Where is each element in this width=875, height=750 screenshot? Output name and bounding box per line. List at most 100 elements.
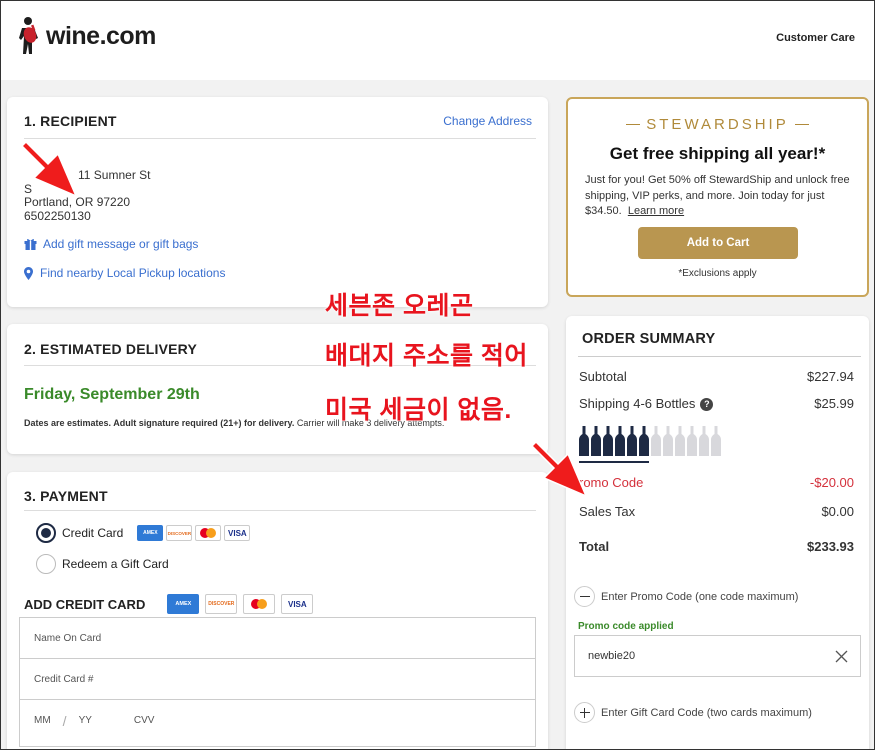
total-value: $233.93 (807, 539, 854, 554)
summary-divider (578, 356, 861, 357)
bottle-empty-icon (699, 426, 709, 456)
recipient-title: 1. RECIPIENT (24, 113, 117, 129)
bottle-empty-icon (711, 426, 721, 456)
accepted-cards: AMEX DISCOVER VISA (137, 525, 251, 541)
total-row: Total $233.93 (579, 539, 854, 554)
enter-promo-label: Enter Promo Code (one code maximum) (601, 590, 799, 603)
promo-value: -$20.00 (809, 475, 854, 490)
sales-tax-row: Sales Tax $0.00 (579, 504, 854, 519)
amex-icon: AMEX (137, 525, 164, 541)
expiry-year-input[interactable]: YY (79, 715, 92, 726)
gift-message-link[interactable]: Add gift message or gift bags (24, 237, 198, 251)
local-pickup-link[interactable]: Find nearby Local Pickup locations (24, 266, 225, 280)
add-credit-card-label: ADD CREDIT CARD (24, 596, 146, 612)
promo-code-value: newbie20 (588, 650, 636, 662)
delivery-note-bold: Dates are estimates. Adult signature req… (24, 418, 295, 428)
credit-card-option[interactable]: Credit Card AMEX DISCOVER VISA (36, 523, 251, 543)
add-credit-card-heading: ADD CREDIT CARD AMEX DISCOVER VISA (24, 594, 314, 614)
name-on-card-input[interactable]: Name On Card (20, 618, 535, 659)
credit-card-label: Credit Card (62, 526, 124, 540)
enter-gift-card-label: Enter Gift Card Code (two cards maximum) (601, 706, 812, 719)
change-address-link[interactable]: Change Address (443, 114, 532, 128)
annotation-line-2: 배대지 주소를 적어 (325, 342, 528, 370)
stewardship-body-text: Just for you! Get 50% off StewardShip an… (585, 174, 850, 217)
amex-icon: AMEX (167, 594, 200, 614)
shipping-value: $25.99 (814, 396, 854, 411)
total-label: Total (579, 539, 610, 554)
expiry-separator: / (62, 712, 67, 729)
visa-icon: VISA (281, 594, 314, 614)
order-summary-title: ORDER SUMMARY (582, 331, 716, 347)
card-number-input[interactable]: Credit Card # (20, 659, 535, 700)
credit-card-form: Name On Card Credit Card # MM / YY CVV (19, 617, 536, 747)
bottle-empty-icon (675, 426, 685, 456)
stewardship-brand-text: STEWARDSHIP (646, 116, 789, 133)
delivery-date: Friday, September 29th (24, 386, 200, 403)
stewardship-promo: STEWARDSHIP Get free shipping all year!*… (566, 97, 869, 297)
clear-promo-icon[interactable] (835, 650, 848, 663)
payment-divider (24, 510, 536, 511)
gift-card-radio[interactable] (36, 554, 56, 574)
bottle-filled-icon (639, 426, 649, 456)
learn-more-link[interactable]: Learn more (628, 205, 684, 217)
accepted-cards-large: AMEX DISCOVER VISA (167, 594, 314, 614)
expiry-cvv-row: MM / YY CVV (20, 700, 535, 741)
stewardship-body: Just for you! Get 50% off StewardShip an… (585, 173, 851, 220)
payment-section: 3. PAYMENT Credit Card AMEX DISCOVER VIS… (7, 472, 548, 750)
credit-card-radio[interactable] (36, 523, 56, 543)
logo-figure-icon (19, 17, 38, 54)
sales-tax-label: Sales Tax (579, 504, 636, 519)
customer-care-link[interactable]: Customer Care (776, 32, 855, 44)
bottle-filled-icon (615, 426, 625, 456)
enter-promo-toggle[interactable]: Enter Promo Code (one code maximum) (574, 586, 798, 607)
discover-icon: DISCOVER (166, 525, 193, 541)
stewardship-brand: STEWARDSHIP (568, 116, 867, 133)
gift-card-label: Redeem a Gift Card (62, 557, 169, 571)
stewardship-headline: Get free shipping all year!* (609, 144, 826, 163)
local-pickup-label: Find nearby Local Pickup locations (40, 266, 226, 280)
delivery-title: 2. ESTIMATED DELIVERY (24, 341, 197, 357)
subtotal-row: Subtotal $227.94 (579, 369, 854, 384)
order-summary: ORDER SUMMARY Subtotal $227.94 Shipping … (566, 316, 869, 750)
gift-message-label: Add gift message or gift bags (43, 237, 199, 251)
plus-icon (574, 702, 595, 723)
mastercard-icon (195, 525, 222, 541)
add-to-cart-button[interactable]: Add to Cart (638, 227, 798, 259)
recipient-divider (24, 138, 536, 139)
bottle-empty-icon (663, 426, 673, 456)
promo-row: romo Code -$20.00 (579, 475, 854, 490)
annotation-arrow-address (20, 140, 78, 198)
payment-title: 3. PAYMENT (24, 488, 108, 504)
annotation-line-1: 세븐존 오레곤 (325, 292, 474, 320)
help-icon[interactable]: ? (700, 398, 714, 411)
cvv-input[interactable]: CVV (134, 715, 155, 726)
gift-card-option[interactable]: Redeem a Gift Card (36, 554, 169, 574)
annotation-line-3: 미국 세금이 없음. (325, 396, 512, 424)
logo-text: wine.com (46, 21, 156, 50)
promo-code-input[interactable]: newbie20 (574, 635, 861, 677)
enter-gift-card-toggle[interactable]: Enter Gift Card Code (two cards maximum) (574, 702, 812, 723)
bottle-filled-icon (603, 426, 613, 456)
bottle-filled-icon (591, 426, 601, 456)
subtotal-value: $227.94 (807, 369, 854, 384)
discover-icon: DISCOVER (205, 594, 238, 614)
location-pin-icon (24, 266, 33, 280)
mastercard-icon (243, 594, 276, 614)
bottle-progress (579, 426, 721, 456)
shipping-label: Shipping 4-6 Bottles (579, 396, 696, 411)
shipping-row: Shipping 4-6 Bottles? $25.99 (579, 396, 854, 411)
bottle-filled-icon (627, 426, 637, 456)
annotation-arrow-tax (530, 440, 588, 498)
visa-icon: VISA (224, 525, 251, 541)
subtotal-label: Subtotal (579, 369, 627, 384)
wine-com-logo[interactable]: wine.com (18, 16, 156, 56)
expiry-month-input[interactable]: MM (34, 715, 51, 726)
minus-icon (574, 586, 595, 607)
site-header: wine.com Customer Care (0, 0, 875, 80)
bottle-empty-icon (687, 426, 697, 456)
promo-applied-label: Promo code applied (578, 621, 674, 632)
recipient-section: 1. RECIPIENT Change Address 11 Sumner St… (7, 97, 548, 307)
bottle-empty-icon (651, 426, 661, 456)
gift-icon (24, 239, 37, 250)
sales-tax-value: $0.00 (821, 504, 854, 519)
